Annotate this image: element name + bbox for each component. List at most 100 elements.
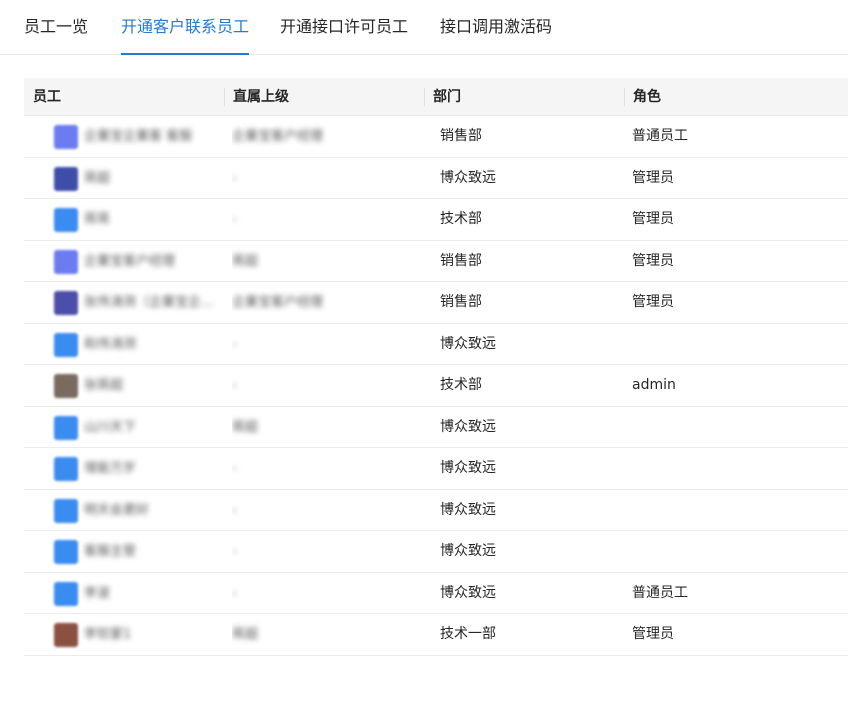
supervisor-cell: - — [232, 324, 422, 365]
table-row[interactable]: 李波 - 博众致远 普通员工 — [24, 573, 848, 614]
supervisor-name: 企業宝客户经理 — [232, 129, 324, 144]
supervisor-name: 蒋超 — [232, 253, 259, 269]
employee-cell: 山川天下 — [38, 407, 228, 448]
table-body: 企業宝企業客 客服 企業宝客户经理 销售部 普通员工 蒋超 - 博众致远 管理员 蒋蒋 - 技术部管… — [24, 116, 848, 656]
tab-customer-contact-employees[interactable]: 开通客户联系员工 — [121, 0, 250, 55]
supervisor-name: 企業宝客户经理 — [232, 295, 324, 310]
employee-name: 张伟涛测（企業宝企... — [84, 295, 214, 310]
employee-cell: 明天会更好 — [38, 490, 228, 531]
supervisor-cell: 蒋超 — [232, 614, 422, 655]
supervisor-cell: 企業宝客户经理 — [232, 116, 422, 157]
department-cell: 销售部 — [440, 128, 482, 144]
avatar — [54, 166, 78, 191]
avatar — [54, 498, 78, 523]
employee-cell: 蒋蒋 — [38, 199, 228, 240]
supervisor-cell: 蒋超 — [232, 241, 422, 282]
employee-cell: 和伟涛测 — [38, 324, 228, 365]
employee-cell: 增能万岁 — [38, 448, 228, 489]
supervisor-cell: - — [232, 158, 422, 199]
role-cell — [632, 407, 842, 448]
supervisor-name: - — [232, 170, 237, 186]
tab-api-activation-codes[interactable]: 接口调用激活码 — [440, 0, 552, 55]
avatar — [54, 291, 78, 315]
department-cell: 博众致远 — [440, 584, 496, 601]
employee-cell: 企業宝企業客 客服 — [38, 116, 228, 157]
role-cell: 普通员工 — [632, 584, 688, 601]
department-cell: 博众致远 — [440, 501, 496, 518]
department-cell: 博众致远 — [440, 543, 496, 559]
supervisor-name: - — [232, 378, 237, 393]
avatar — [54, 125, 78, 149]
department-cell: 博众致远 — [440, 335, 496, 352]
employee-name: 蒋蒋 — [84, 212, 111, 227]
column-header-employee[interactable]: 员工 — [24, 78, 224, 116]
supervisor-name: - — [232, 461, 237, 476]
supervisor-cell: - — [232, 531, 422, 572]
employee-cell: 客服主管 — [38, 531, 228, 572]
supervisor-cell: - — [232, 365, 422, 406]
table-row[interactable]: 李钦蒙1 蒋超 技术一部 管理员 — [24, 614, 848, 656]
department-cell: 技术部 — [440, 211, 482, 227]
employee-name: 企業宝企業客 客服 — [84, 129, 193, 144]
employee-cell: 蒋超 — [38, 158, 228, 199]
role-cell: 管理员 — [632, 211, 674, 227]
avatar — [54, 540, 78, 564]
employee-cell: 企業宝客户经理 — [38, 241, 228, 282]
department-cell: 销售部 — [440, 252, 482, 269]
avatar — [54, 457, 78, 481]
employee-name: 明天会更好 — [84, 502, 150, 518]
employee-name: 和伟涛测 — [84, 336, 137, 352]
role-cell: 管理员 — [632, 252, 674, 269]
supervisor-cell: - — [232, 448, 422, 489]
employee-name: 山川天下 — [84, 419, 137, 435]
table-row[interactable]: 张伟涛测（企業宝企... 企業宝客户经理 销售部 管理员 — [24, 282, 848, 324]
avatar — [54, 332, 78, 357]
tab-bar: 员工一览 开通客户联系员工 开通接口许可员工 接口调用激活码 — [0, 0, 848, 55]
department-cell: 博众致远 — [440, 460, 496, 476]
table-row[interactable]: 客服主管 - 博众致远 — [24, 531, 848, 573]
supervisor-name: - — [232, 212, 237, 227]
employee-name: 李钦蒙1 — [84, 627, 132, 642]
table-row[interactable]: 明天会更好 - 博众致远 — [24, 490, 848, 531]
role-cell — [632, 531, 842, 572]
supervisor-cell: - — [232, 490, 422, 531]
supervisor-name: - — [232, 585, 237, 601]
avatar — [54, 415, 78, 440]
avatar — [54, 374, 78, 398]
department-cell: 销售部 — [440, 294, 482, 310]
employee-table: 员工 直属上级 部门 角色 企業宝企業客 客服 企業宝客户经理 销售部 普通员工 蒋超 -… — [24, 78, 848, 656]
table-row[interactable]: 企業宝客户经理 蒋超 销售部 管理员 — [24, 241, 848, 282]
tab-employee-overview[interactable]: 员工一览 — [24, 0, 88, 55]
employee-cell: 李波 — [38, 573, 228, 614]
role-cell — [632, 324, 842, 365]
table-row[interactable]: 蒋蒋 - 技术部 管理员 — [24, 199, 848, 241]
role-cell: 管理员 — [632, 294, 674, 310]
employee-name: 李波 — [84, 585, 111, 601]
supervisor-name: 蒋超 — [232, 419, 259, 435]
supervisor-name: - — [232, 336, 237, 352]
role-cell: 管理员 — [632, 626, 674, 642]
column-header-supervisor[interactable]: 直属上级 — [224, 78, 424, 116]
column-header-department[interactable]: 部门 — [424, 78, 624, 116]
table-row[interactable]: 企業宝企業客 客服 企業宝客户经理 销售部 普通员工 — [24, 116, 848, 158]
role-cell — [632, 490, 842, 531]
table-row[interactable]: 和伟涛测 - 博众致远 — [24, 324, 848, 365]
department-cell: 博众致远 — [440, 418, 496, 435]
table-row[interactable]: 增能万岁 - 博众致远 — [24, 448, 848, 490]
table-row[interactable]: 山川天下 蒋超 博众致远 — [24, 407, 848, 448]
employee-cell: 张蒋超 — [38, 365, 228, 406]
column-header-role[interactable]: 角色 — [624, 78, 848, 116]
employee-cell: 张伟涛测（企業宝企... — [38, 282, 228, 323]
table-row[interactable]: 蒋超 - 博众致远 管理员 — [24, 158, 848, 199]
employee-name: 增能万岁 — [84, 461, 137, 476]
avatar — [54, 208, 78, 232]
supervisor-cell: 企業宝客户经理 — [232, 282, 422, 323]
employee-name: 蒋超 — [84, 170, 111, 186]
role-cell: 普通员工 — [632, 128, 688, 144]
role-cell: 管理员 — [632, 169, 674, 186]
table-row[interactable]: 张蒋超 - 技术部 admin — [24, 365, 848, 407]
tab-api-license-employees[interactable]: 开通接口许可员工 — [280, 0, 408, 55]
supervisor-cell: - — [232, 573, 422, 614]
department-cell: 技术部 — [440, 377, 482, 393]
employee-cell: 李钦蒙1 — [38, 614, 228, 655]
